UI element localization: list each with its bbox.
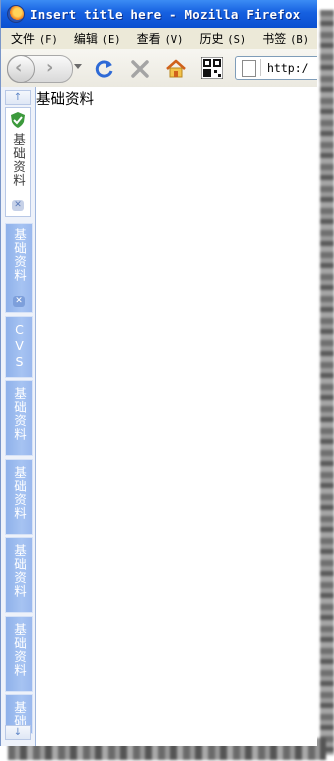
forward-arrow-icon[interactable]: › [46,55,53,81]
menu-history[interactable]: 历史 (S) [199,30,246,47]
main-content: 基础资料 [36,87,317,746]
browser-window: Insert title here - Mozilla Firefox 文件 (… [0,0,317,746]
page-shadow-right [320,10,334,755]
scroll-up-button[interactable]: ↑ [5,90,31,105]
qr-grid-icon[interactable] [201,57,223,79]
history-dropdown-icon[interactable] [74,64,82,69]
active-panel[interactable]: 基础资料 ✕ [5,107,31,217]
sidebar-tab-cvs[interactable]: CVS [5,316,33,378]
sidebar-tab-label: 基础资料 [12,387,27,441]
url-separator [260,59,261,76]
sidebar-tab-label: CVS [12,322,27,370]
scroll-down-button[interactable]: ↓ [5,725,31,740]
sidebar-tab-4[interactable]: 基础资料 [5,459,33,535]
menu-edit[interactable]: 编辑 (E) [74,30,121,47]
active-panel-label: 基础资料 [11,133,26,187]
sidebar-tab-label: 基础资料 [12,544,27,598]
menu-file[interactable]: 文件 (F) [11,30,58,47]
back-arrow-icon: ‹ [15,57,23,78]
sidebar-tab-1[interactable]: 基础资料 ✕ [5,223,33,313]
shield-check-icon [11,112,25,128]
menu-bookmarks[interactable]: 书签 (B) [262,30,309,47]
navigation-toolbar: ‹ › http:/ [1,49,317,88]
url-text: http:/ [267,61,309,75]
title-bar[interactable]: Insert title here - Mozilla Firefox [1,0,317,28]
page-icon [242,60,256,77]
close-icon[interactable]: ✕ [12,200,24,211]
stop-icon[interactable] [129,58,151,80]
close-icon[interactable]: ✕ [13,296,25,307]
content-heading: 基础资料 [36,92,94,108]
menu-bar: 文件 (F) 编辑 (E) 查看 (V) 历史 (S) 书签 (B) [1,28,317,50]
accordion-sidebar: ↑ 基础资料 ✕ 基础资料 ✕ CVS 基础资料 基础资料 基础资料 基础资料 [1,87,36,746]
window-title: Insert title here - Mozilla Firefox [30,6,301,22]
back-button[interactable]: ‹ [7,55,35,83]
home-icon[interactable] [165,58,187,80]
sidebar-tab-label: 基础资料 [12,623,27,677]
sidebar-tab-5[interactable]: 基础资料 [5,537,33,613]
url-bar[interactable]: http:/ [235,56,317,80]
firefox-logo-icon [7,5,25,23]
sidebar-tab-label: 基础资料 [12,228,27,282]
sidebar-tab-6[interactable]: 基础资料 [5,616,33,692]
menu-view[interactable]: 查看 (V) [137,30,184,47]
back-forward-group: ‹ › [7,55,73,83]
sidebar-tab-3[interactable]: 基础资料 [5,380,33,456]
sidebar-tab-label: 基础资料 [12,466,27,520]
reload-icon[interactable] [93,58,115,80]
